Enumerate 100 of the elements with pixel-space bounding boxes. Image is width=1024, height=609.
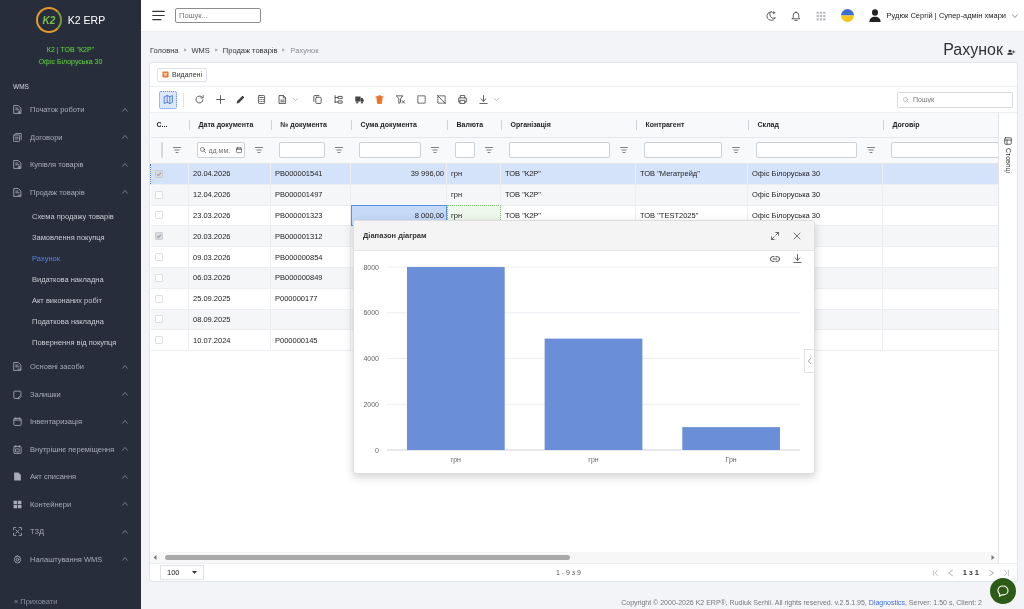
- filter-icon: [172, 147, 181, 154]
- menu-icon: [152, 10, 165, 21]
- apps-button[interactable]: [815, 10, 826, 21]
- language-button[interactable]: [840, 9, 854, 22]
- document-plus-icon: [13, 105, 22, 115]
- document-icon: [13, 472, 22, 482]
- chevron-up-icon: [122, 162, 128, 167]
- scrollbar-thumb[interactable]: [165, 555, 570, 560]
- trash-icon: [375, 95, 385, 104]
- printer-icon: [458, 95, 468, 104]
- row-checkbox[interactable]: [154, 211, 163, 220]
- row-checkbox[interactable]: [154, 232, 163, 241]
- panel-toggle-button[interactable]: [804, 349, 815, 373]
- filter-button[interactable]: [484, 147, 493, 154]
- close-button[interactable]: [793, 231, 801, 240]
- user-icon: [868, 9, 881, 22]
- documents-icon: [13, 132, 22, 142]
- logo-mark: K2: [35, 7, 62, 33]
- filter-button[interactable]: [866, 147, 875, 154]
- page-title: Рахунок: [943, 41, 1003, 59]
- hierarchy-icon: [334, 95, 343, 104]
- filter-field[interactable]: [160, 142, 163, 159]
- filter-field[interactable]: [454, 142, 475, 159]
- chevron-up-icon: [122, 392, 128, 397]
- expand-icon: [771, 231, 779, 240]
- notifications-button[interactable]: [790, 10, 801, 21]
- filter-button[interactable]: [619, 147, 628, 154]
- filter-icon: [334, 147, 343, 154]
- menu-button[interactable]: [152, 10, 165, 21]
- caret-icon: [494, 98, 500, 101]
- breadcrumb-separator-icon: [183, 48, 187, 52]
- row-checkbox[interactable]: [154, 294, 163, 303]
- filter-field[interactable]: [358, 142, 421, 159]
- filter-button[interactable]: [731, 147, 740, 154]
- close-icon: [793, 231, 801, 240]
- last-page-icon: [1004, 569, 1009, 576]
- gear-icon: [13, 554, 22, 564]
- search-icon: [903, 96, 909, 103]
- filter-field[interactable]: [508, 142, 610, 159]
- filter-field[interactable]: [755, 142, 857, 159]
- filter-field[interactable]: [890, 142, 998, 159]
- grid-icon: [13, 499, 22, 509]
- flag-icon: [840, 9, 854, 22]
- chevron-up-icon: [122, 135, 128, 140]
- first-page-icon: [932, 569, 938, 576]
- map-icon: [163, 95, 173, 104]
- row-checkbox[interactable]: [154, 190, 163, 199]
- chevron-up-icon: [122, 190, 128, 195]
- trash-icon: [162, 71, 169, 78]
- filter-button[interactable]: [334, 147, 343, 154]
- link-button[interactable]: [770, 256, 780, 263]
- document-minus-icon: [13, 362, 22, 372]
- chevron-up-icon: [122, 557, 128, 562]
- chevron-up-icon: [122, 474, 128, 479]
- bell-icon: [790, 10, 801, 21]
- document-plus-icon: [13, 160, 22, 170]
- scroll-right-icon: [991, 555, 995, 560]
- caret-icon: [1012, 13, 1018, 18]
- breadcrumb-separator-icon: [282, 48, 286, 52]
- theme-button[interactable]: [765, 10, 776, 21]
- apps-grid-icon: [815, 10, 826, 21]
- document-minus-icon: [13, 187, 22, 197]
- filter-button[interactable]: [172, 147, 181, 154]
- chat-bubble-icon: [997, 585, 1009, 597]
- expand-button[interactable]: [771, 231, 779, 240]
- filter-icon: [731, 147, 740, 154]
- filter-icon: [866, 147, 875, 154]
- next-page-button[interactable]: [989, 569, 994, 576]
- brand-name: K2 ERP: [67, 14, 106, 26]
- row-checkbox[interactable]: [154, 253, 163, 262]
- filter-icon: [254, 147, 263, 154]
- filter-field[interactable]: [643, 142, 722, 159]
- chevron-right-icon: [989, 569, 994, 576]
- plus-icon: [215, 95, 225, 104]
- scroll-left-icon: [153, 555, 157, 560]
- pencil-icon: [236, 95, 246, 104]
- document-icon: [278, 95, 288, 104]
- link-icon: [770, 256, 780, 262]
- scan-frame-icon: [13, 527, 22, 537]
- map-button[interactable]: [159, 90, 177, 109]
- chevron-up-icon: [122, 364, 128, 369]
- table-icon: [1004, 137, 1012, 145]
- row-checkbox[interactable]: [154, 336, 163, 345]
- filter-x-icon: [396, 95, 406, 104]
- chevron-up-icon: [122, 502, 128, 507]
- row-checkbox[interactable]: [154, 315, 163, 324]
- crossed-square-icon: [437, 95, 447, 104]
- dropdown-arrow-icon: [192, 571, 197, 574]
- clipboard-pencil-icon: [13, 389, 22, 399]
- row-checkbox[interactable]: [154, 273, 163, 282]
- previous-page-button[interactable]: [947, 569, 953, 576]
- row-checkbox[interactable]: [155, 169, 163, 178]
- download-button[interactable]: [793, 254, 802, 263]
- filter-button[interactable]: [254, 147, 263, 154]
- caret-icon: [293, 98, 299, 101]
- chevron-up-icon: [122, 419, 128, 424]
- chevron-left-icon: [808, 358, 811, 364]
- filter-button[interactable]: [430, 147, 439, 154]
- filter-field[interactable]: [278, 142, 325, 159]
- filter-icon: [619, 147, 628, 154]
